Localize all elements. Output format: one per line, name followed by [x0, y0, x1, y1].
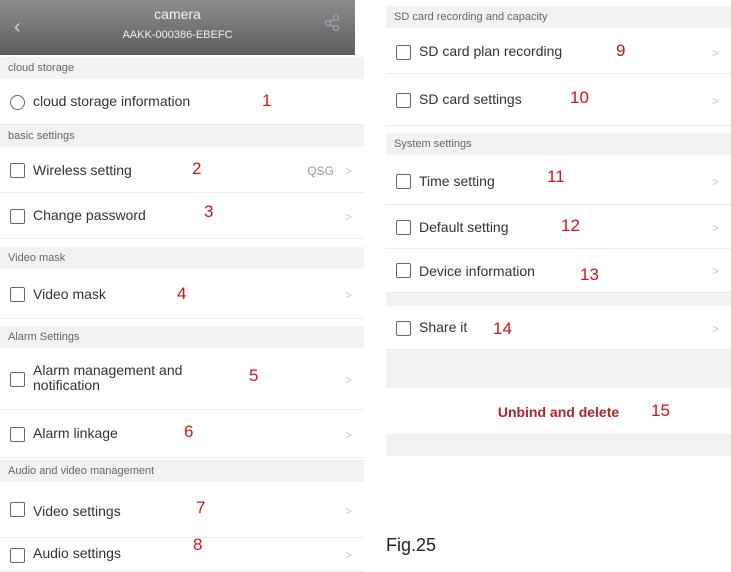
callout-number: 8 [193, 535, 203, 554]
item-label: Alarm management and notification [33, 362, 183, 393]
callout-number: 2 [192, 159, 202, 178]
item-label: Device information [419, 263, 535, 279]
video-settings-item[interactable]: Video settings > [0, 482, 364, 538]
item-label: Audio settings [33, 545, 121, 561]
cloud-icon [10, 95, 25, 110]
default-setting-item[interactable]: Default setting > [386, 205, 731, 249]
mask-icon [10, 287, 25, 302]
chevron-right-icon: > [711, 175, 719, 189]
chevron-right-icon: > [344, 288, 352, 302]
reset-icon [396, 220, 411, 235]
alarm-icon [10, 372, 25, 387]
item-label: SD card plan recording [419, 43, 563, 59]
callout-number: 4 [177, 284, 187, 303]
settings-panel-right: SD card recording and capacity SD card p… [386, 0, 731, 456]
item-label: Wireless setting [33, 162, 132, 178]
spacer [386, 350, 731, 388]
unbind-delete-area: Unbind and delete [386, 388, 731, 434]
chevron-right-icon: > [344, 428, 352, 442]
speaker-icon [10, 548, 25, 563]
callout-number: 7 [196, 498, 206, 517]
chevron-right-icon: > [344, 164, 352, 178]
item-label: cloud storage information [33, 93, 191, 109]
spacer [386, 293, 731, 306]
callout-number: 9 [616, 41, 626, 60]
callout-number: 15 [651, 401, 670, 420]
wifi-icon [10, 163, 25, 178]
info-icon [396, 263, 411, 278]
item-label: Video mask [33, 286, 106, 302]
section-sd-card: SD card recording and capacity [386, 6, 731, 28]
item-label: Video settings [33, 503, 121, 519]
callout-number: 14 [493, 319, 512, 338]
chevron-right-icon: > [344, 504, 352, 518]
wireless-value: QSG [307, 164, 334, 178]
section-cloud-storage: cloud storage [0, 57, 364, 79]
chevron-right-icon: > [711, 46, 719, 60]
alarm-linkage-item[interactable]: Alarm linkage > [0, 410, 364, 458]
callout-number: 1 [262, 91, 272, 110]
callout-number: 10 [570, 88, 589, 107]
app-header: ‹ camera AAKK-000386-EBEFC [0, 0, 355, 55]
change-password-item[interactable]: Change password > [0, 193, 364, 239]
alarm-management-item[interactable]: Alarm management and notification > [0, 348, 364, 410]
chevron-right-icon: > [344, 210, 352, 224]
audio-settings-item[interactable]: Audio settings > [0, 538, 364, 572]
item-label: SD card settings [419, 91, 522, 107]
section-audio-video: Audio and video management [0, 460, 364, 482]
sd-plan-recording-item[interactable]: SD card plan recording > [386, 28, 731, 74]
item-label: Alarm linkage [33, 425, 118, 441]
section-basic-settings: basic settings [0, 125, 364, 147]
wireless-setting-item[interactable]: Wireless setting QSG > [0, 147, 364, 193]
chevron-right-icon: > [711, 264, 719, 278]
device-information-item[interactable]: Device information > [386, 249, 731, 293]
lock-icon [10, 209, 25, 224]
share-icon [396, 321, 411, 336]
chevron-right-icon: > [711, 221, 719, 235]
item-label: Time setting [419, 173, 495, 189]
chevron-right-icon: > [344, 548, 352, 562]
recording-icon [396, 45, 411, 60]
chevron-right-icon: > [711, 94, 719, 108]
page-title: camera [154, 6, 201, 22]
sd-card-settings-item[interactable]: SD card settings > [386, 74, 731, 126]
settings-panel-left: ‹ camera AAKK-000386-EBEFC cloud storage… [0, 0, 364, 572]
section-video-mask: Video mask [0, 247, 364, 269]
share-it-item[interactable]: Share it > [386, 306, 731, 350]
callout-number: 6 [184, 422, 194, 441]
share-icon[interactable] [323, 14, 341, 32]
unbind-delete-button[interactable]: Unbind and delete [386, 404, 731, 420]
spacer [386, 434, 731, 456]
section-system-settings: System settings [386, 133, 731, 155]
figure-caption: Fig.25 [386, 535, 437, 555]
device-id: AAKK-000386-EBEFC [122, 29, 233, 41]
item-label: Change password [33, 207, 146, 223]
callout-number: 5 [249, 366, 259, 385]
callout-number: 12 [561, 216, 580, 235]
section-alarm-settings: Alarm Settings [0, 326, 364, 348]
item-label: Default setting [419, 219, 509, 235]
chevron-right-icon: > [344, 373, 352, 387]
clock-icon [396, 174, 411, 189]
callout-number: 3 [204, 202, 214, 221]
callout-number: 11 [547, 167, 565, 186]
sd-card-icon [396, 93, 411, 108]
cloud-storage-info-item[interactable]: cloud storage information [0, 79, 364, 125]
alarm-linkage-icon [10, 427, 25, 442]
callout-number: 13 [580, 265, 599, 284]
chevron-right-icon: > [711, 322, 719, 336]
camera-icon [10, 502, 25, 517]
item-label: Share it [419, 319, 468, 335]
